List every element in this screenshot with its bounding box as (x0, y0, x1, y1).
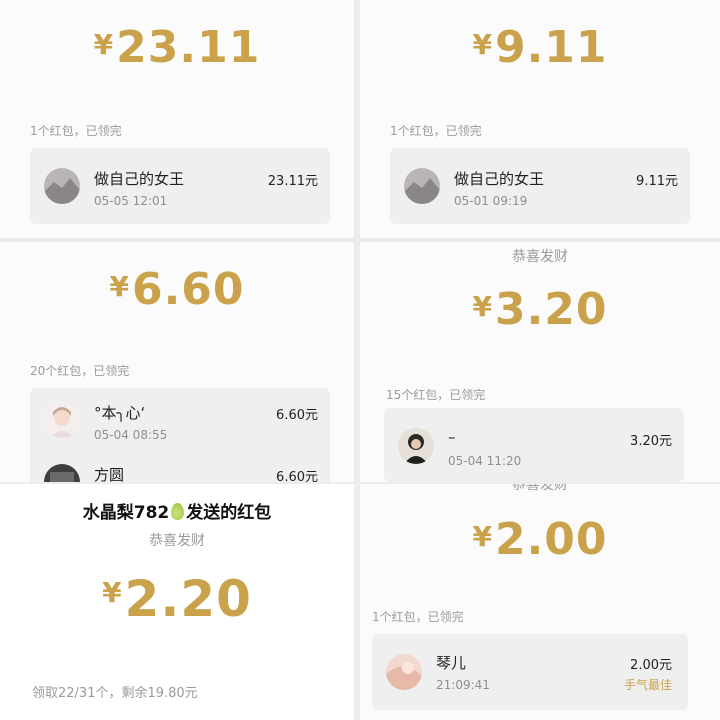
amount-value: 2.00 (494, 514, 608, 565)
greeting-text: 恭喜发财 (149, 533, 205, 549)
receiver-record[interactable]: °本╮心‘ 05-04 08:55 6.60元 (30, 388, 330, 452)
avatar (44, 402, 80, 438)
amount-value: 6.60 (131, 264, 245, 315)
amount-display: ¥3.20 (472, 284, 608, 335)
red-packet-panel-1: ¥23.11 1个红包，已领完 做自己的女王 05-05 12:01 23.11… (0, 0, 354, 238)
receiver-record[interactable]: 做自己的女王 05-05 12:01 23.11元 (30, 148, 330, 224)
receiver-name: 做自己的女王 (454, 170, 545, 188)
receive-amount: 23.11元 (267, 174, 318, 189)
receiver-record[interactable]: – 05-04 11:20 3.20元 (384, 408, 684, 482)
red-packet-panel-5: 水晶梨782 发送的红包 恭喜发财 ¥2.20 领取22/31个，剩余19.80元 (0, 484, 354, 720)
receiver-name: 方圆 (94, 466, 125, 482)
packet-info: 1个红包，已领完 (30, 124, 122, 138)
packet-info: 15个红包，已领完 (386, 388, 486, 402)
receive-time: 05-01 09:19 (454, 194, 528, 208)
amount-display: ¥2.00 (472, 514, 608, 565)
sender-title: 水晶梨782 发送的红包 (0, 498, 354, 523)
receive-time: 21:09:41 (436, 678, 490, 692)
pear-emoji-icon (171, 503, 185, 520)
receive-amount: 3.20元 (630, 434, 672, 449)
receive-time: 05-04 08:55 (94, 428, 168, 442)
receive-time: 05-05 12:01 (94, 194, 168, 208)
best-luck-badge: 手气最佳 (623, 678, 672, 692)
red-packet-panel-2: ¥9.11 1个红包，已领完 做自己的女王 05-01 09:19 9.11元 (360, 0, 720, 238)
avatar (398, 428, 434, 464)
amount-display: ¥6.60 (109, 264, 245, 315)
receive-amount: 2.00元 (630, 658, 672, 673)
red-packet-panel-6: 恭喜发财 ¥2.00 1个红包，已领完 琴儿 21:09:41 2.00元 手气… (360, 484, 720, 720)
packet-info: 20个红包，已领完 (30, 364, 130, 378)
amount-value: 2.20 (124, 570, 252, 628)
avatar (404, 168, 440, 204)
packet-info: 领取22/31个，剩余19.80元 (32, 686, 198, 701)
red-packet-panel-4: 恭喜发财 ¥3.20 15个红包，已领完 – 05-04 11:20 3.20元 (360, 242, 720, 482)
packet-info: 1个红包，已领完 (390, 124, 482, 138)
receiver-name: 做自己的女王 (94, 170, 185, 188)
amount-value: 9.11 (494, 22, 608, 73)
receiver-list: °本╮心‘ 05-04 08:55 6.60元 方圆 6.60元 (30, 388, 330, 482)
greeting-text: 恭喜发财 (512, 484, 568, 493)
amount-display: ¥2.20 (102, 570, 252, 628)
receiver-name: 琴儿 (436, 654, 467, 672)
receive-amount: 9.11元 (636, 174, 678, 189)
avatar (44, 168, 80, 204)
amount-display: ¥9.11 (472, 22, 608, 73)
receive-time: 05-04 11:20 (448, 454, 522, 468)
receive-amount: 6.60元 (276, 470, 318, 482)
avatar (386, 654, 422, 690)
amount-display: ¥23.11 (93, 22, 261, 73)
receiver-name: – (448, 428, 456, 446)
avatar (44, 464, 80, 482)
red-packet-panel-3: ¥6.60 20个红包，已领完 °本╮心‘ 05-04 08:55 6.60元 … (0, 242, 354, 482)
packet-info: 1个红包，已领完 (372, 610, 464, 624)
receiver-record[interactable]: 琴儿 21:09:41 2.00元 手气最佳 (372, 634, 688, 710)
amount-value: 23.11 (116, 22, 261, 73)
amount-value: 3.20 (494, 284, 608, 335)
sender-suffix: 发送的红包 (186, 503, 272, 523)
receiver-record[interactable]: 方圆 6.60元 (30, 452, 330, 482)
receiver-name: °本╮心‘ (94, 404, 146, 422)
sender-name: 水晶梨782 (82, 503, 170, 523)
receiver-record[interactable]: 做自己的女王 05-01 09:19 9.11元 (390, 148, 690, 224)
greeting-text: 恭喜发财 (512, 249, 568, 265)
receive-amount: 6.60元 (276, 408, 318, 423)
